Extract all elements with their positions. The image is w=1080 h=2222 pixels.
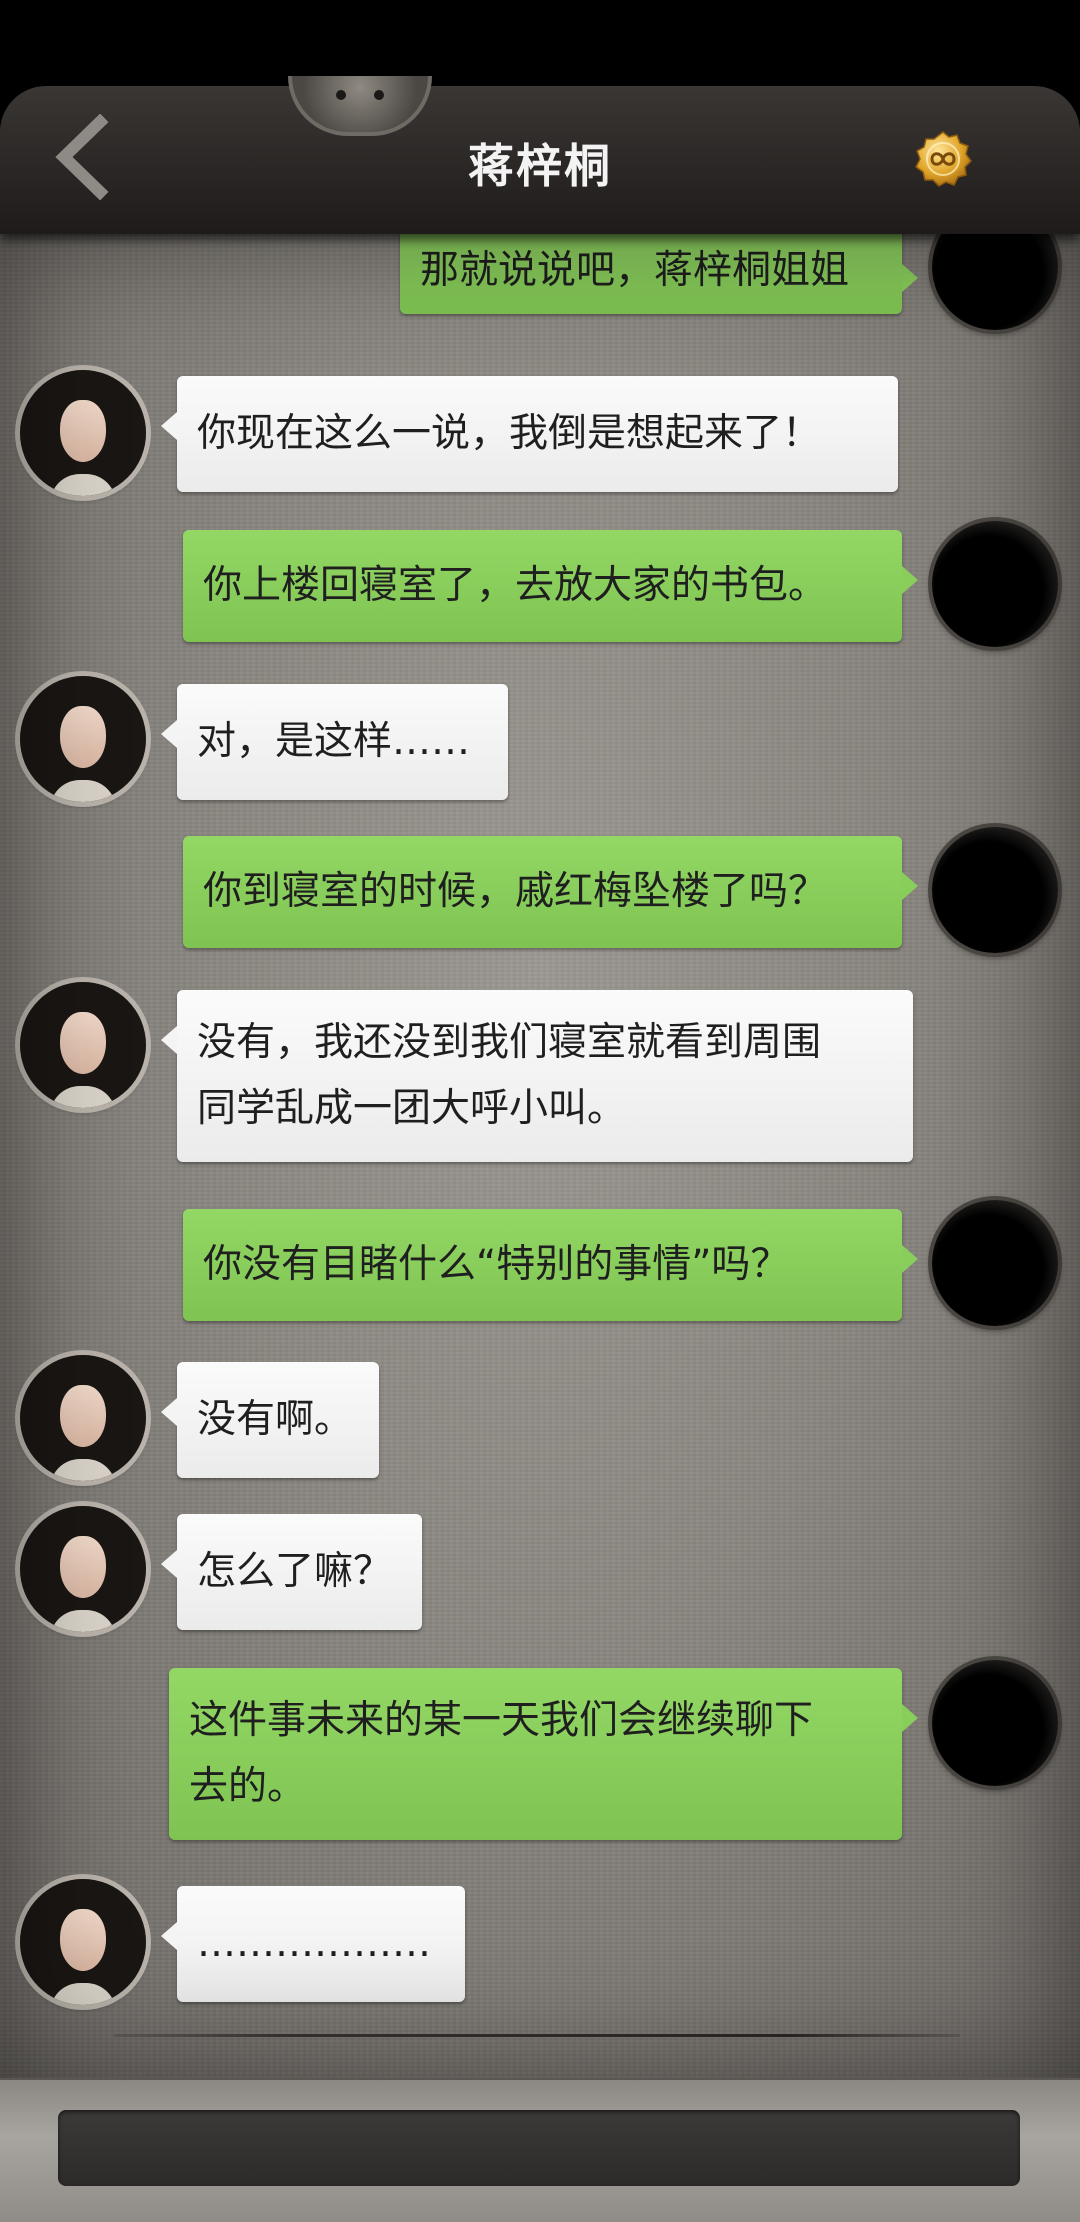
message-text-line: 去的。 xyxy=(189,1764,307,1809)
message-text-line: 这件事未来的某一天我们会继续聊下 xyxy=(189,1698,814,1743)
status-bar xyxy=(0,0,1080,86)
message-bubble-received: 怎么了嘛？ xyxy=(161,1514,422,1630)
contact-avatar[interactable] xyxy=(20,370,146,496)
contact-avatar[interactable] xyxy=(20,1506,146,1632)
message-bubble-sent: 这件事未来的某一天我们会继续聊下 去的。 xyxy=(169,1668,918,1840)
my-avatar[interactable] xyxy=(932,521,1058,647)
message-bubble-sent: 你上楼回寝室了，去放大家的书包。 xyxy=(183,530,918,642)
message-text: 那就说说吧，蒋梓桐姐姐 xyxy=(420,248,850,293)
message-text: 你现在这么一说，我倒是想起来了！ xyxy=(197,411,822,456)
input-bar xyxy=(0,2078,1080,2222)
my-avatar[interactable] xyxy=(932,827,1058,953)
chat-divider xyxy=(114,2034,960,2037)
my-avatar[interactable] xyxy=(932,234,1058,330)
contact-avatar[interactable] xyxy=(20,1879,146,2005)
infinity-coin-icon[interactable] xyxy=(914,130,972,188)
message-bubble-sent: 你没有目睹什么“特别的事情”吗？ xyxy=(183,1209,918,1321)
message-bubble-received: ……………… xyxy=(161,1886,465,2002)
message-input[interactable] xyxy=(58,2110,1020,2186)
message-text: 你到寝室的时候，戚红梅坠楼了吗？ xyxy=(203,869,828,914)
message-text: 你上楼回寝室了，去放大家的书包。 xyxy=(203,563,828,608)
contact-avatar[interactable] xyxy=(20,982,146,1108)
message-bubble-sent: 你到寝室的时候，戚红梅坠楼了吗？ xyxy=(183,836,918,948)
chat-area[interactable]: 那就说说吧，蒋梓桐姐姐 你现在这么一说，我倒是想起来了！ 你上楼回寝室了，去放大… xyxy=(0,234,1080,2078)
my-avatar[interactable] xyxy=(932,1660,1058,1786)
message-text: 没有啊。 xyxy=(197,1397,354,1442)
decorative-avatar xyxy=(288,76,432,136)
message-text: 怎么了嘛？ xyxy=(197,1549,393,1594)
contact-avatar[interactable] xyxy=(20,676,146,802)
message-bubble-received: 你现在这么一说，我倒是想起来了！ xyxy=(161,376,898,492)
message-bubble-sent: 那就说说吧，蒋梓桐姐姐 xyxy=(400,234,918,314)
message-text: ……………… xyxy=(197,1921,431,1966)
my-avatar[interactable] xyxy=(932,1200,1058,1326)
contact-avatar[interactable] xyxy=(20,1355,146,1481)
message-text-line: 没有，我还没到我们寝室就看到周围 xyxy=(197,1020,822,1065)
message-bubble-received: 对，是这样…… xyxy=(161,684,508,800)
message-text: 你没有目睹什么“特别的事情”吗？ xyxy=(203,1242,790,1287)
message-bubble-received: 没有，我还没到我们寝室就看到周围 同学乱成一团大呼小叫。 xyxy=(161,990,913,1162)
chat-header: 蒋梓桐 xyxy=(0,76,1080,234)
message-text-line: 同学乱成一团大呼小叫。 xyxy=(197,1086,627,1131)
message-text: 对，是这样…… xyxy=(197,719,471,764)
message-bubble-received: 没有啊。 xyxy=(161,1362,379,1478)
